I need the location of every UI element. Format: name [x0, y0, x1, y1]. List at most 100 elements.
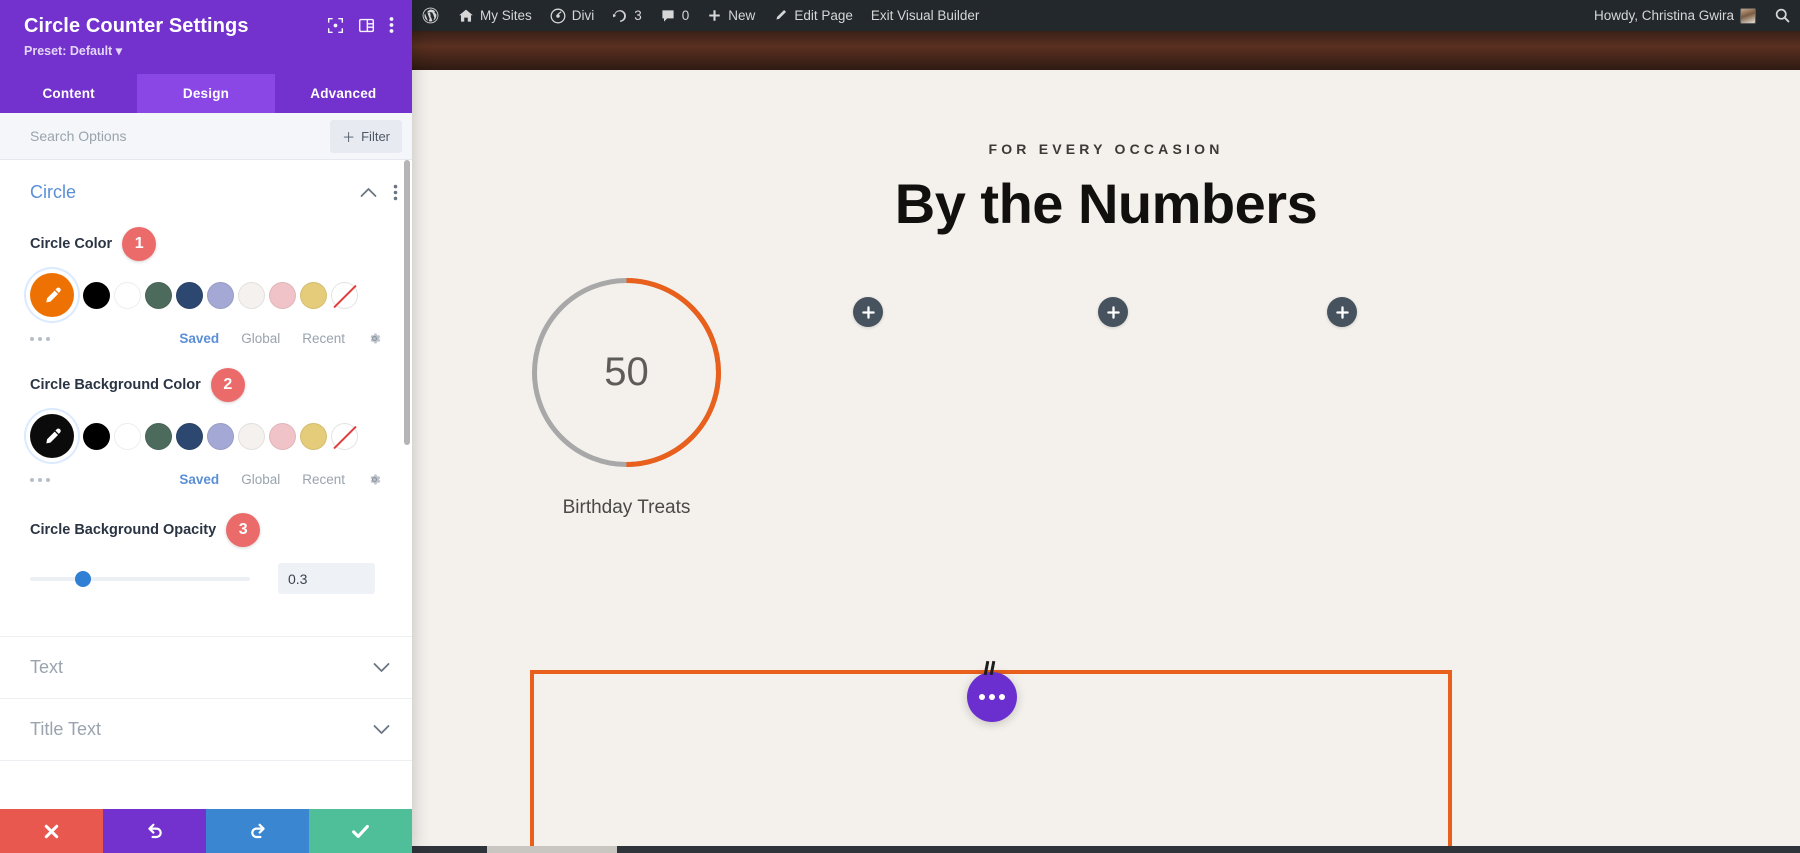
- swatch-green[interactable]: [145, 422, 172, 450]
- pencil-icon: [773, 8, 788, 23]
- swatch-navy[interactable]: [176, 281, 203, 309]
- swatch-gold[interactable]: [300, 281, 327, 309]
- swatch-periwinkle[interactable]: [207, 422, 234, 450]
- eyedropper-icon: [45, 287, 61, 302]
- plus-icon: [1106, 305, 1120, 319]
- adminbar-divi-label: Divi: [571, 8, 595, 23]
- preset-selector[interactable]: Preset: Default ▾: [24, 43, 394, 58]
- adminbar-edit-page[interactable]: Edit Page: [764, 0, 862, 31]
- fab-drag-handle[interactable]: [983, 660, 999, 676]
- circle-counter-module[interactable]: 50 Birthday Treats: [529, 275, 724, 519]
- section-title-text-title: Title Text: [30, 719, 102, 739]
- section-title-text[interactable]: Title Text: [0, 698, 412, 760]
- adminbar-my-sites[interactable]: My Sites: [449, 0, 541, 31]
- panel-scrollbar[interactable]: [404, 160, 410, 809]
- search-bar: ＋ Filter: [0, 113, 412, 160]
- opacity-value-input[interactable]: [278, 563, 375, 594]
- swatch-black[interactable]: [83, 422, 110, 450]
- adminbar-comments[interactable]: 0: [651, 0, 699, 31]
- section-circle: Circle Circle Color 1 Saved Global Recen…: [0, 160, 412, 610]
- visual-builder-menu-button[interactable]: [967, 672, 1017, 722]
- kebab-menu-icon[interactable]: [389, 16, 394, 34]
- section-circle-title: Circle: [30, 182, 77, 202]
- color-tab-saved[interactable]: Saved: [179, 331, 219, 346]
- redo-button[interactable]: [206, 809, 309, 853]
- expand-icon[interactable]: [327, 17, 344, 34]
- add-module-button-3[interactable]: [1098, 297, 1128, 327]
- tab-advanced[interactable]: Advanced: [275, 74, 412, 113]
- more-dots-icon[interactable]: [30, 336, 50, 341]
- plus-icon: [707, 8, 722, 23]
- adminbar-updates-count: 3: [634, 8, 642, 23]
- swatch-navy[interactable]: [176, 422, 203, 450]
- panel-title-row: Circle Counter Settings: [24, 14, 394, 38]
- swatch-white[interactable]: [114, 281, 141, 309]
- layout-icon[interactable]: [358, 17, 375, 34]
- panel-scrollbar-thumb[interactable]: [404, 160, 410, 445]
- comment-icon: [660, 8, 676, 24]
- section-kebab-menu-icon[interactable]: [393, 184, 398, 201]
- gear-icon[interactable]: [367, 472, 382, 487]
- adminbar-new[interactable]: New: [698, 0, 764, 31]
- chevron-up-icon[interactable]: [360, 187, 377, 198]
- field-circle-color: Circle Color 1: [0, 227, 412, 317]
- add-module-button-2[interactable]: [853, 297, 883, 327]
- section-circle-controls: [360, 184, 398, 201]
- cancel-button[interactable]: [0, 809, 103, 853]
- section-text-title: Text: [30, 657, 64, 677]
- add-module-button-4[interactable]: [1327, 297, 1357, 327]
- swatch-no-color[interactable]: [331, 281, 358, 309]
- chevron-down-icon[interactable]: [373, 662, 390, 673]
- adminbar-wordpress-logo[interactable]: [412, 0, 449, 31]
- gear-icon[interactable]: [367, 331, 382, 346]
- three-dots-icon: [999, 694, 1005, 700]
- bgcolor-tab-global[interactable]: Global: [241, 472, 280, 487]
- search-input[interactable]: [30, 128, 321, 144]
- hero-image-strip: [412, 31, 1800, 70]
- updates-icon: [612, 8, 628, 24]
- undo-button[interactable]: [103, 809, 206, 853]
- swatch-green[interactable]: [145, 281, 172, 309]
- circle-counter-title: Birthday Treats: [562, 497, 691, 518]
- adminbar-exit-visual-builder[interactable]: Exit Visual Builder: [862, 0, 989, 31]
- swatch-pink[interactable]: [269, 281, 296, 309]
- bgcolor-tab-recent[interactable]: Recent: [302, 472, 345, 487]
- swatch-cream[interactable]: [238, 281, 265, 309]
- opacity-slider-knob[interactable]: [74, 570, 91, 587]
- swatch-gold[interactable]: [300, 422, 327, 450]
- circle-background-color-selected-swatch[interactable]: [30, 414, 74, 458]
- three-dots-icon: [989, 694, 995, 700]
- adminbar-new-label: New: [728, 8, 756, 23]
- swatch-no-color[interactable]: [331, 422, 358, 450]
- swatch-periwinkle[interactable]: [207, 281, 234, 309]
- tab-design[interactable]: Design: [137, 74, 275, 113]
- visual-builder-screen: FOR EVERY OCCASION By the Numbers 50 Bir…: [0, 0, 1800, 853]
- adminbar-account[interactable]: Howdy, Christina Gwira: [1585, 0, 1765, 31]
- swatch-cream[interactable]: [238, 422, 265, 450]
- color-tab-recent[interactable]: Recent: [302, 331, 345, 346]
- chevron-down-icon[interactable]: [373, 724, 390, 735]
- opacity-slider[interactable]: [30, 570, 250, 588]
- section-text[interactable]: Text: [0, 636, 412, 698]
- adminbar-divi[interactable]: Divi: [541, 0, 604, 31]
- save-button[interactable]: [309, 809, 412, 853]
- adminbar-search[interactable]: [1765, 0, 1800, 31]
- panel-header-icons: [327, 16, 394, 34]
- swatch-white[interactable]: [114, 422, 141, 450]
- tab-content[interactable]: Content: [0, 74, 137, 113]
- eyedropper-icon: [45, 428, 61, 443]
- circle-background-color-label: Circle Background Color: [30, 377, 201, 393]
- circle-color-selected-swatch[interactable]: [30, 273, 74, 317]
- panel-header: Circle Counter Settings Preset: Default …: [0, 0, 412, 74]
- swatch-black[interactable]: [83, 281, 110, 309]
- panel-scroll-area: Circle Circle Color 1 Saved Global Recen…: [0, 160, 412, 809]
- plus-icon: ＋: [342, 129, 356, 145]
- filter-button[interactable]: ＋ Filter: [330, 119, 402, 153]
- bgcolor-tab-saved[interactable]: Saved: [179, 472, 219, 487]
- section-circle-header[interactable]: Circle: [0, 160, 412, 217]
- adminbar-updates[interactable]: 3: [603, 0, 651, 31]
- circle-counter-number: 50: [604, 350, 649, 394]
- more-dots-icon[interactable]: [30, 477, 50, 482]
- swatch-pink[interactable]: [269, 422, 296, 450]
- color-tab-global[interactable]: Global: [241, 331, 280, 346]
